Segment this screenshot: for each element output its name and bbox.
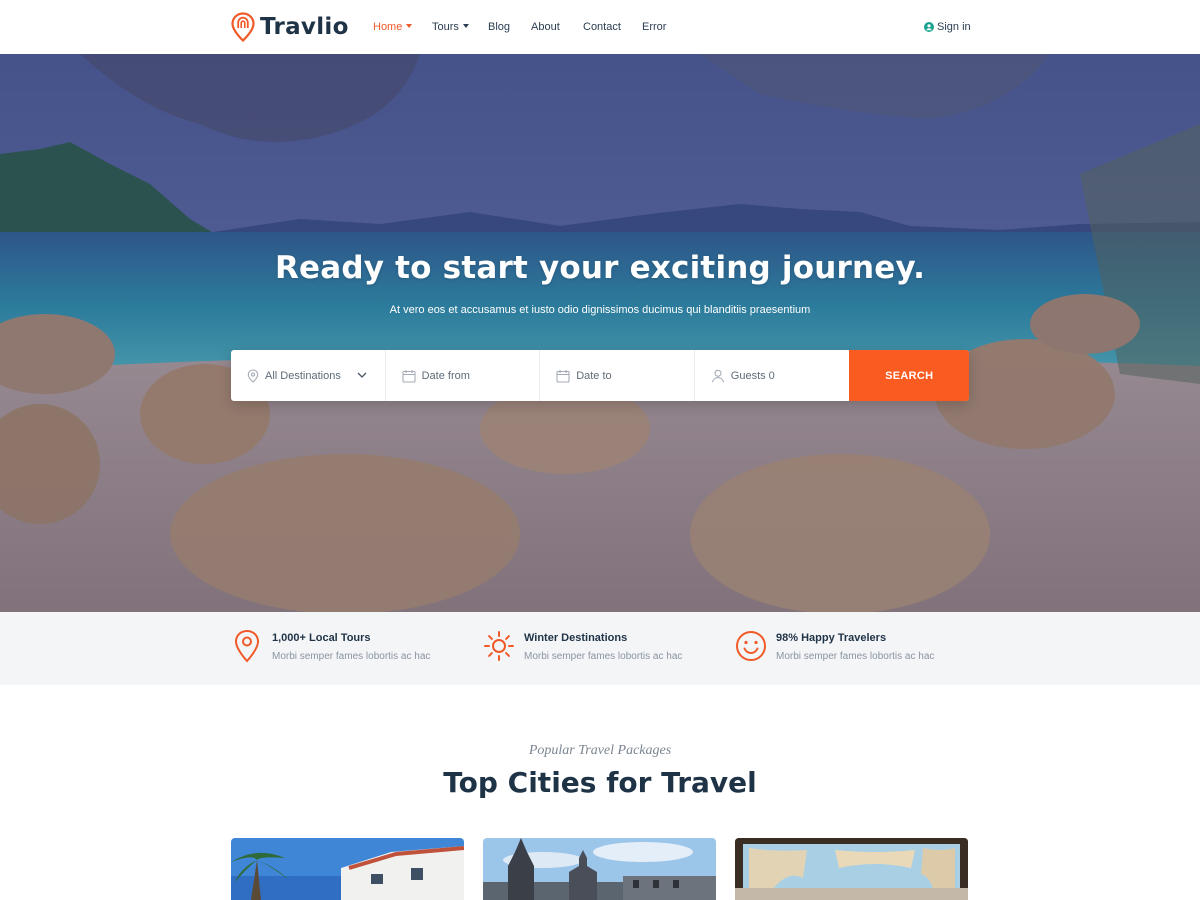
section-title: Top Cities for Travel	[443, 766, 757, 799]
date-from-field[interactable]: Date from	[386, 350, 541, 401]
map-pin-icon	[247, 368, 259, 383]
date-from-placeholder: Date from	[421, 369, 470, 382]
city-card[interactable]	[483, 838, 716, 900]
sign-in-label: Sign in	[937, 21, 971, 33]
hero-section: Ready to start your exciting journey. At…	[0, 54, 1200, 612]
city-card[interactable]	[231, 838, 464, 900]
brand-name: Travlio	[260, 14, 349, 40]
city-card-image	[231, 838, 464, 900]
city-card-image	[483, 838, 716, 900]
hero-title: Ready to start your exciting journey.	[274, 250, 926, 286]
site-header: Travlio Home Tours Blog About Contact Er…	[0, 0, 1200, 54]
nav-item-tours[interactable]: Tours	[432, 20, 469, 34]
map-pin-icon	[234, 629, 260, 663]
calendar-icon	[402, 369, 416, 383]
hero-beach-image	[0, 54, 1200, 612]
feature-title: 1,000+ Local Tours	[272, 632, 371, 644]
feature-desc: Morbi semper fames lobortis ac hac	[776, 651, 935, 662]
feature-title: Winter Destinations	[524, 632, 628, 644]
feature-desc: Morbi semper fames lobortis ac hac	[272, 651, 431, 662]
feature-title: 98% Happy Travelers	[776, 632, 887, 644]
nav-item-about[interactable]: About	[531, 20, 560, 34]
destination-value: All Destinations	[265, 369, 341, 382]
guests-field[interactable]: Guests 0	[695, 350, 850, 401]
features-strip: 1,000+ Local Tours Morbi semper fames lo…	[0, 612, 1200, 685]
sun-icon	[484, 631, 514, 661]
calendar-icon	[556, 369, 570, 383]
sign-in-link[interactable]: Sign in	[924, 20, 971, 34]
guests-value: Guests 0	[730, 369, 775, 382]
chevron-down-icon	[357, 372, 367, 378]
city-card-image	[735, 838, 968, 900]
logo-pin-icon	[231, 12, 255, 42]
date-to-field[interactable]: Date to	[540, 350, 695, 401]
hero-subtitle: At vero eos et accusamus et iusto odio d…	[389, 304, 811, 316]
nav-item-blog[interactable]: Blog	[488, 20, 510, 34]
search-button[interactable]: SEARCH	[849, 350, 969, 401]
user-circle-icon	[924, 22, 934, 32]
caret-down-icon	[406, 24, 413, 28]
nav-item-home[interactable]: Home	[373, 20, 413, 34]
nav-label-tours: Tours	[432, 21, 459, 33]
nav-label-home: Home	[373, 21, 403, 33]
nav-item-error[interactable]: Error	[642, 20, 666, 34]
caret-down-icon	[462, 24, 469, 28]
city-card[interactable]	[735, 838, 968, 900]
brand-logo[interactable]: Travlio	[231, 12, 349, 42]
date-to-placeholder: Date to	[576, 369, 612, 382]
feature-desc: Morbi semper fames lobortis ac hac	[524, 651, 683, 662]
section-kicker: Popular Travel Packages	[528, 743, 672, 758]
smile-icon	[736, 631, 766, 661]
nav-item-contact[interactable]: Contact	[583, 20, 621, 34]
user-icon	[711, 369, 724, 382]
destination-select[interactable]: All Destinations	[231, 350, 386, 401]
search-bar: All Destinations Date from Date to Guest…	[231, 350, 969, 401]
